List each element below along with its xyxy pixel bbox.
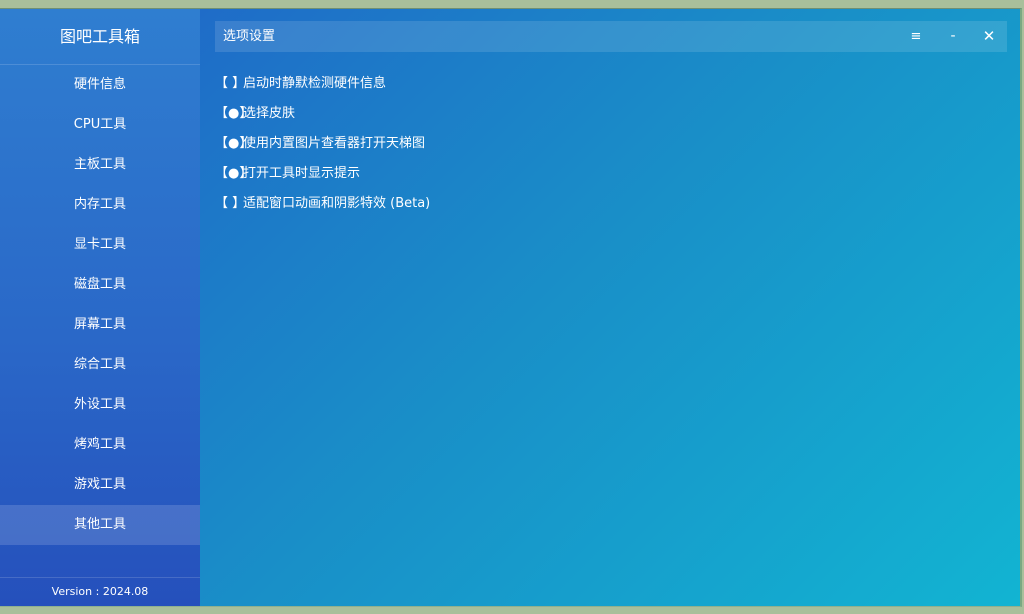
option-label: 适配窗口动画和阴影特效 (Beta) <box>243 196 431 211</box>
option-builtin-image-viewer[interactable]: 【●】使用内置图片查看器打开天梯图 <box>215 131 430 161</box>
option-silent-hardware-check[interactable]: 【 】启动时静默检测硬件信息 <box>215 71 430 101</box>
sidebar-item-general-tools[interactable]: 综合工具 <box>0 345 200 385</box>
checkbox-mark[interactable]: 【●】 <box>215 161 252 187</box>
minimize-icon[interactable]: - <box>939 21 967 52</box>
option-show-tips[interactable]: 【●】打开工具时显示提示 <box>215 161 430 191</box>
panel-titlebar: 选项设置 ≡ - ✕ <box>215 21 1007 52</box>
panel-title: 选项设置 <box>223 29 276 44</box>
sidebar-item-hardware-info[interactable]: 硬件信息 <box>0 65 200 105</box>
checkbox-mark[interactable]: 【 】 <box>215 191 245 217</box>
sidebar-item-motherboard-tools[interactable]: 主板工具 <box>0 145 200 185</box>
sidebar-item-screen-tools[interactable]: 屏幕工具 <box>0 305 200 345</box>
sidebar-item-game-tools[interactable]: 游戏工具 <box>0 465 200 505</box>
option-label: 启动时静默检测硬件信息 <box>243 76 387 91</box>
checkbox-mark[interactable]: 【●】 <box>215 101 252 127</box>
menu-icon[interactable]: ≡ <box>902 21 930 52</box>
app-title: 图吧工具箱 <box>0 9 200 65</box>
sidebar-item-peripheral-tools[interactable]: 外设工具 <box>0 385 200 425</box>
checkbox-mark[interactable]: 【 】 <box>215 71 245 97</box>
option-label: 打开工具时显示提示 <box>243 166 361 181</box>
sidebar-item-memory-tools[interactable]: 内存工具 <box>0 185 200 225</box>
option-select-skin[interactable]: 【●】选择皮肤 <box>215 101 430 131</box>
sidebar-item-stress-tools[interactable]: 烤鸡工具 <box>0 425 200 465</box>
app-window: 图吧工具箱 硬件信息 CPU工具 主板工具 内存工具 显卡工具 磁盘工具 屏幕工… <box>0 8 1022 607</box>
option-label: 使用内置图片查看器打开天梯图 <box>243 136 426 151</box>
sidebar-item-cpu-tools[interactable]: CPU工具 <box>0 105 200 145</box>
sidebar: 图吧工具箱 硬件信息 CPU工具 主板工具 内存工具 显卡工具 磁盘工具 屏幕工… <box>0 9 200 606</box>
sidebar-item-disk-tools[interactable]: 磁盘工具 <box>0 265 200 305</box>
checkbox-mark[interactable]: 【●】 <box>215 131 252 157</box>
option-window-animation[interactable]: 【 】适配窗口动画和阴影特效 (Beta) <box>215 191 430 221</box>
sidebar-item-gpu-tools[interactable]: 显卡工具 <box>0 225 200 265</box>
option-label: 选择皮肤 <box>243 106 296 121</box>
version-label: Version : 2024.08 <box>0 577 200 606</box>
options-list: 【 】启动时静默检测硬件信息 【●】选择皮肤 【●】使用内置图片查看器打开天梯图… <box>215 71 430 221</box>
main-panel: 选项设置 ≡ - ✕ 【 】启动时静默检测硬件信息 【●】选择皮肤 【●】使用内… <box>200 9 1020 606</box>
sidebar-item-other-tools[interactable]: 其他工具 <box>0 505 200 545</box>
close-icon[interactable]: ✕ <box>975 21 1003 52</box>
